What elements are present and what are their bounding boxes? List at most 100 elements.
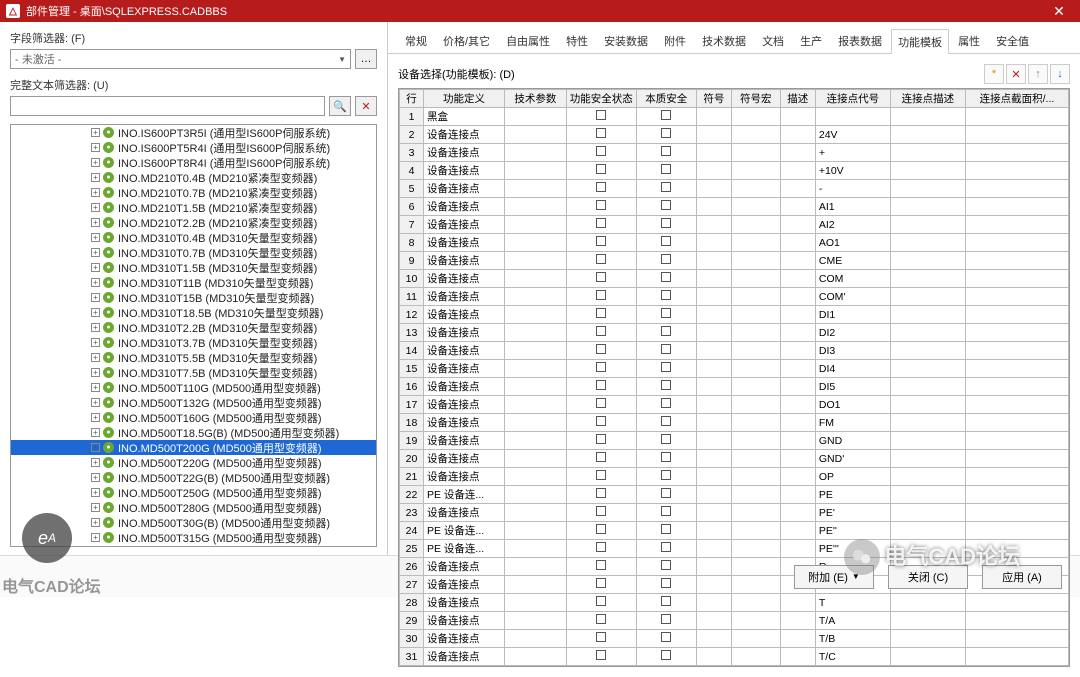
- table-row[interactable]: 28设备连接点T: [400, 594, 1069, 612]
- checkbox[interactable]: [596, 524, 606, 534]
- checkbox[interactable]: [596, 380, 606, 390]
- table-row[interactable]: 10设备连接点COM: [400, 270, 1069, 288]
- checkbox[interactable]: [596, 218, 606, 228]
- expand-icon[interactable]: +: [91, 503, 100, 512]
- tab-8[interactable]: 生产: [793, 28, 829, 53]
- tree-item[interactable]: +●INO.MD500T22G(B) (MD500通用型变频器): [11, 470, 376, 485]
- tab-7[interactable]: 文档: [755, 28, 791, 53]
- expand-icon[interactable]: +: [91, 383, 100, 392]
- checkbox[interactable]: [596, 470, 606, 480]
- checkbox[interactable]: [596, 362, 606, 372]
- tree-item[interactable]: +●INO.MD310T11B (MD310矢量型变频器): [11, 275, 376, 290]
- checkbox[interactable]: [596, 506, 606, 516]
- search-button[interactable]: 🔍: [329, 96, 351, 116]
- column-header[interactable]: 连接点描述: [890, 90, 965, 108]
- checkbox[interactable]: [661, 128, 671, 138]
- checkbox[interactable]: [661, 200, 671, 210]
- checkbox[interactable]: [661, 164, 671, 174]
- table-row[interactable]: 19设备连接点GND: [400, 432, 1069, 450]
- delete-row-button[interactable]: ✕: [1006, 64, 1026, 84]
- expand-icon[interactable]: +: [91, 518, 100, 527]
- expand-icon[interactable]: +: [91, 368, 100, 377]
- checkbox[interactable]: [661, 578, 671, 588]
- tab-3[interactable]: 特性: [559, 28, 595, 53]
- tree-item[interactable]: +●INO.MD500T30G(B) (MD500通用型变频器): [11, 515, 376, 530]
- checkbox[interactable]: [596, 578, 606, 588]
- tree-item[interactable]: +●INO.MD210T0.7B (MD210紧凑型变频器): [11, 185, 376, 200]
- table-row[interactable]: 3设备连接点+: [400, 144, 1069, 162]
- checkbox[interactable]: [596, 308, 606, 318]
- expand-icon[interactable]: +: [91, 338, 100, 347]
- checkbox[interactable]: [596, 650, 606, 660]
- checkbox[interactable]: [661, 596, 671, 606]
- checkbox[interactable]: [596, 272, 606, 282]
- checkbox[interactable]: [661, 524, 671, 534]
- checkbox[interactable]: [596, 326, 606, 336]
- checkbox[interactable]: [596, 128, 606, 138]
- expand-icon[interactable]: +: [91, 533, 100, 542]
- column-header[interactable]: 本质安全: [636, 90, 696, 108]
- table-row[interactable]: 26设备连接点R: [400, 558, 1069, 576]
- close-icon[interactable]: ✕: [1044, 3, 1074, 20]
- checkbox[interactable]: [596, 452, 606, 462]
- tree-item[interactable]: +●INO.IS600PT8R4I (通用型IS600P伺服系统): [11, 155, 376, 170]
- checkbox[interactable]: [596, 146, 606, 156]
- expand-icon[interactable]: +: [91, 203, 100, 212]
- checkbox[interactable]: [661, 452, 671, 462]
- checkbox[interactable]: [661, 560, 671, 570]
- checkbox[interactable]: [661, 614, 671, 624]
- tree-item[interactable]: +●INO.MD210T2.2B (MD210紧凑型变频器): [11, 215, 376, 230]
- expand-icon[interactable]: +: [91, 323, 100, 332]
- table-row[interactable]: 13设备连接点DI2: [400, 324, 1069, 342]
- data-grid[interactable]: 行功能定义技术参数功能安全状态本质安全符号符号宏描述连接点代号连接点描述连接点截…: [398, 88, 1070, 667]
- tree-item[interactable]: +●INO.MD310T2.2B (MD310矢量型变频器): [11, 320, 376, 335]
- table-row[interactable]: 31设备连接点T/C: [400, 648, 1069, 666]
- expand-icon[interactable]: +: [91, 398, 100, 407]
- tab-0[interactable]: 常规: [398, 28, 434, 53]
- checkbox[interactable]: [596, 254, 606, 264]
- checkbox[interactable]: [661, 650, 671, 660]
- checkbox[interactable]: [661, 290, 671, 300]
- checkbox[interactable]: [596, 434, 606, 444]
- table-row[interactable]: 14设备连接点DI3: [400, 342, 1069, 360]
- checkbox[interactable]: [596, 290, 606, 300]
- tree-item[interactable]: +●INO.MD500T132G (MD500通用型变频器): [11, 395, 376, 410]
- checkbox[interactable]: [661, 380, 671, 390]
- table-row[interactable]: 22PE 设备连...PE: [400, 486, 1069, 504]
- tree-item[interactable]: +●INO.MD210T0.4B (MD210紧凑型变频器): [11, 170, 376, 185]
- checkbox[interactable]: [596, 416, 606, 426]
- tab-2[interactable]: 自由属性: [499, 28, 557, 53]
- clear-button[interactable]: ✕: [355, 96, 377, 116]
- table-row[interactable]: 25PE 设备连...PE''': [400, 540, 1069, 558]
- checkbox[interactable]: [661, 362, 671, 372]
- table-row[interactable]: 24PE 设备连...PE'': [400, 522, 1069, 540]
- tree-item[interactable]: +●INO.MD310T0.7B (MD310矢量型变频器): [11, 245, 376, 260]
- table-row[interactable]: 16设备连接点DI5: [400, 378, 1069, 396]
- checkbox[interactable]: [661, 110, 671, 120]
- column-header[interactable]: 符号宏: [732, 90, 781, 108]
- column-header[interactable]: 技术参数: [504, 90, 566, 108]
- checkbox[interactable]: [661, 218, 671, 228]
- checkbox[interactable]: [596, 542, 606, 552]
- checkbox[interactable]: [661, 254, 671, 264]
- checkbox[interactable]: [661, 542, 671, 552]
- table-row[interactable]: 8设备连接点AO1: [400, 234, 1069, 252]
- move-down-button[interactable]: ↓: [1050, 64, 1070, 84]
- checkbox[interactable]: [596, 110, 606, 120]
- column-header[interactable]: 行: [400, 90, 424, 108]
- tab-11[interactable]: 属性: [951, 28, 987, 53]
- tree-item[interactable]: +●INO.MD310T5.5B (MD310矢量型变频器): [11, 350, 376, 365]
- tab-9[interactable]: 报表数据: [831, 28, 889, 53]
- checkbox[interactable]: [596, 398, 606, 408]
- table-row[interactable]: 5设备连接点-: [400, 180, 1069, 198]
- field-filter-more-button[interactable]: …: [355, 49, 377, 69]
- move-up-button[interactable]: ↑: [1028, 64, 1048, 84]
- table-row[interactable]: 4设备连接点+10V: [400, 162, 1069, 180]
- expand-icon[interactable]: +: [91, 128, 100, 137]
- full-text-input[interactable]: [10, 96, 325, 116]
- table-row[interactable]: 12设备连接点DI1: [400, 306, 1069, 324]
- tree-item[interactable]: +●INO.MD500T250G (MD500通用型变频器): [11, 485, 376, 500]
- expand-icon[interactable]: +: [91, 293, 100, 302]
- checkbox[interactable]: [596, 488, 606, 498]
- table-row[interactable]: 6设备连接点AI1: [400, 198, 1069, 216]
